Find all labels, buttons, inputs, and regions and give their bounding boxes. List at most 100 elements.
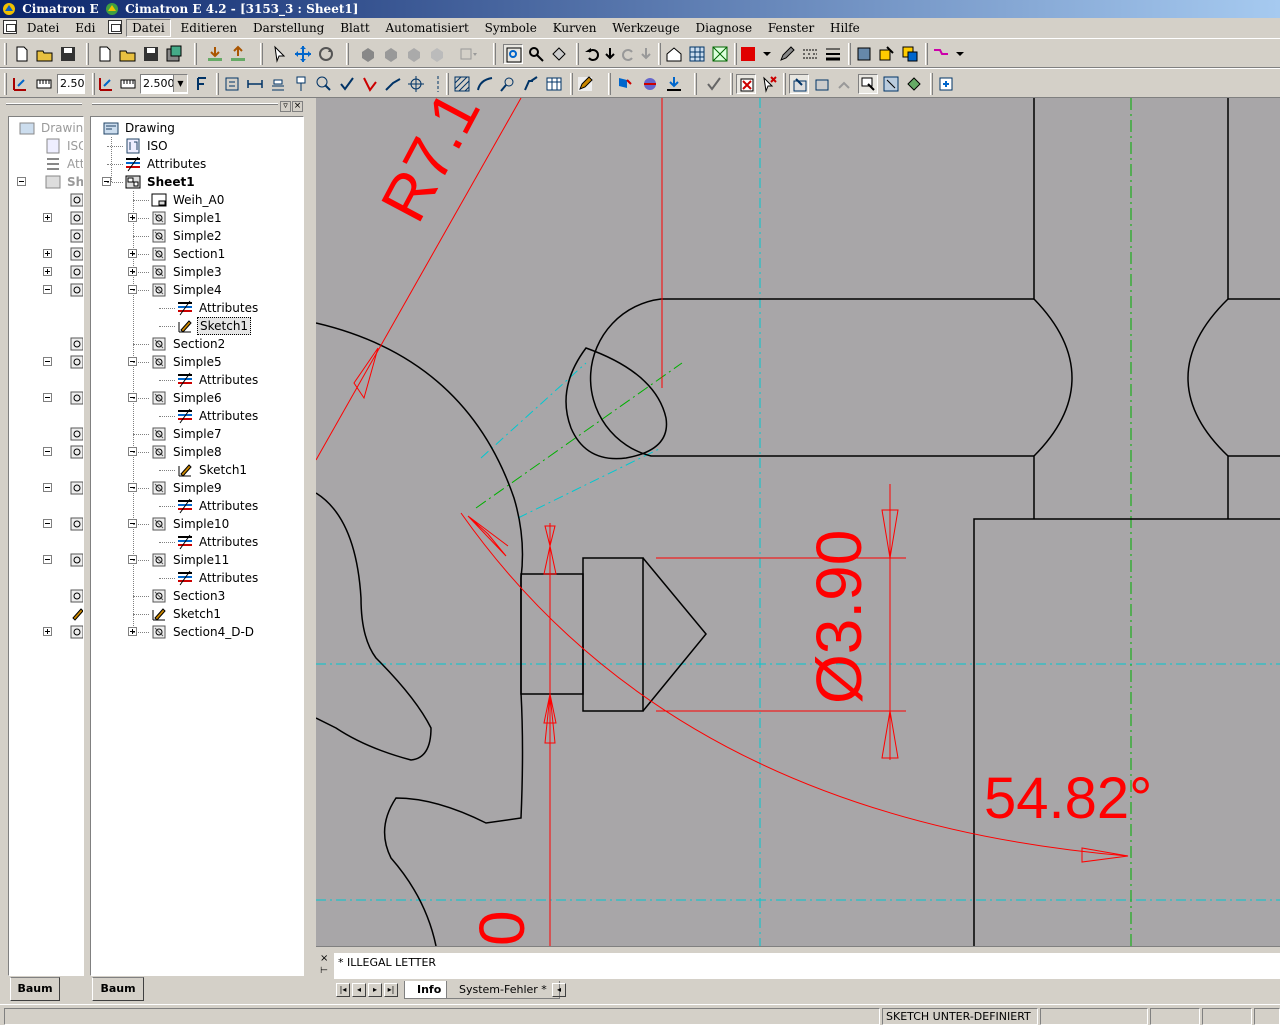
collapse-icon[interactable]: [17, 177, 26, 186]
shading-mode-4-icon[interactable]: [427, 44, 447, 64]
tree-item-section1[interactable]: Section1: [91, 245, 303, 263]
redo-icon[interactable]: [618, 44, 638, 64]
tree-item-simple4-sketch1[interactable]: Sketch1: [91, 317, 303, 335]
document-menu-icon[interactable]: [3, 20, 17, 34]
menu-fenster[interactable]: Fenster: [762, 18, 820, 38]
select-chain-icon[interactable]: [835, 74, 855, 94]
ghost-tree-row[interactable]: [9, 443, 83, 461]
ghost-tree-row[interactable]: [9, 227, 83, 245]
tree-item-sketch1[interactable]: Sketch1: [91, 605, 303, 623]
collapse-icon[interactable]: [43, 357, 52, 366]
toolbar-grip[interactable]: [730, 73, 733, 95]
zoom-fit-icon[interactable]: [549, 44, 569, 64]
toolbar-grip[interactable]: [783, 73, 786, 95]
select-toggle-icon[interactable]: [904, 74, 924, 94]
toolbar-grip[interactable]: [4, 43, 7, 65]
collapse-icon[interactable]: [43, 555, 52, 564]
nav-first-icon[interactable]: |◂: [336, 983, 350, 997]
tree-item-simple8[interactable]: Simple8: [91, 443, 303, 461]
toolbar-grip[interactable]: [493, 43, 496, 65]
import-icon[interactable]: [205, 44, 225, 64]
text-style-icon[interactable]: [192, 74, 212, 94]
tree-item-sheet1[interactable]: Sheet1: [91, 173, 303, 191]
tab-baum-left-bottom[interactable]: Baum: [10, 977, 60, 1001]
dimension-left-icon[interactable]: [10, 74, 30, 94]
dim-vertical-icon[interactable]: [268, 74, 288, 94]
tree-item-simple5[interactable]: Simple5: [91, 353, 303, 371]
ghost-tree-row[interactable]: [9, 479, 83, 497]
open-doc-icon[interactable]: [118, 44, 138, 64]
arc-icon[interactable]: [475, 74, 495, 94]
tree-item-simple6-attributes[interactable]: Attributes: [91, 407, 303, 425]
shading-mode-3-icon[interactable]: [404, 44, 424, 64]
weld-symbol-icon[interactable]: [498, 74, 518, 94]
scale-left-select[interactable]: 2.500: [57, 74, 85, 94]
toolbar-grip[interactable]: [4, 73, 7, 95]
toolbar-grip[interactable]: [848, 43, 851, 65]
hatch-icon[interactable]: [452, 74, 472, 94]
tree-item-simple4[interactable]: Simple4: [91, 281, 303, 299]
drawing-svg[interactable]: R7.1 Ø3.90 54.82° 0: [316, 98, 1280, 946]
ghost-tree-row[interactable]: [9, 407, 83, 425]
tree-item-section4-dd[interactable]: Section4_D-D: [91, 623, 303, 641]
ghost-tree-row[interactable]: [9, 389, 83, 407]
nav-next-icon[interactable]: ▸: [368, 983, 382, 997]
toolbar-grip[interactable]: [260, 43, 263, 65]
dim-linear-icon[interactable]: [222, 74, 242, 94]
select-all-icon[interactable]: [858, 74, 878, 94]
save-icon[interactable]: [58, 44, 78, 64]
collapse-icon[interactable]: [43, 285, 52, 294]
table-icon[interactable]: [544, 74, 564, 94]
panel-restore-icon[interactable]: ▿: [280, 101, 291, 112]
tree-item-simple6[interactable]: Simple6: [91, 389, 303, 407]
panel-grip-main[interactable]: [92, 103, 278, 105]
ghost-tree-row[interactable]: [9, 281, 83, 299]
ghost-tree-row[interactable]: [9, 569, 83, 587]
layer-manage-icon[interactable]: [900, 44, 920, 64]
tree-item-simple11-attributes[interactable]: Attributes: [91, 569, 303, 587]
ghost-tree-row[interactable]: [9, 533, 83, 551]
ghost-tree-row[interactable]: [9, 335, 83, 353]
menu-editieren[interactable]: Editieren: [175, 18, 244, 38]
menu-blatt[interactable]: Blatt: [334, 18, 375, 38]
ghost-tree-row[interactable]: [9, 497, 83, 515]
edit-pencil-icon[interactable]: [575, 74, 595, 94]
snap-grid-icon[interactable]: [710, 44, 730, 64]
open-folder-icon[interactable]: [35, 44, 55, 64]
tree-item-simple9-attributes[interactable]: Attributes: [91, 497, 303, 515]
radius-dimension-text[interactable]: R7.1: [367, 98, 494, 233]
toolbar-grip[interactable]: [930, 73, 933, 95]
tree-item-section2[interactable]: Section2: [91, 335, 303, 353]
toolbar-grip[interactable]: [346, 43, 349, 65]
view-section-icon[interactable]: [640, 74, 660, 94]
new-file-icon[interactable]: [12, 44, 32, 64]
rotate-view-icon[interactable]: [316, 44, 336, 64]
centerline-icon[interactable]: [428, 74, 448, 94]
new-doc-icon[interactable]: [95, 44, 115, 64]
tree-item-attributes[interactable]: Attributes: [91, 155, 303, 173]
toolbar-grip[interactable]: [694, 73, 697, 95]
zoom-window-icon[interactable]: [503, 44, 523, 64]
ghost-tree-row[interactable]: [9, 605, 83, 623]
menu-datei[interactable]: Datei: [21, 18, 66, 38]
shading-mode-1-icon[interactable]: [358, 44, 378, 64]
dimension-icon[interactable]: [96, 74, 116, 94]
tree-item-simple8-sketch1[interactable]: Sketch1: [91, 461, 303, 479]
drawing-canvas[interactable]: R7.1 Ø3.90 54.82° 0: [316, 98, 1280, 946]
tree-item-simple1[interactable]: Simple1: [91, 209, 303, 227]
toolbar-grip[interactable]: [570, 73, 573, 95]
ghost-tree-row[interactable]: [9, 551, 83, 569]
tree-item-simple3[interactable]: Simple3: [91, 263, 303, 281]
menu-automatisiert[interactable]: Automatisiert: [380, 18, 475, 38]
tree-item-simple10[interactable]: Simple10: [91, 515, 303, 533]
menu-edit-truncated[interactable]: Edi: [69, 18, 101, 38]
layer-icon[interactable]: [854, 44, 874, 64]
expand-icon[interactable]: [43, 249, 52, 258]
menu-datei-child[interactable]: Datei: [126, 19, 171, 37]
menu-werkzeuge[interactable]: Werkzeuge: [606, 18, 685, 38]
export-icon[interactable]: [228, 44, 248, 64]
collapse-icon[interactable]: [43, 447, 52, 456]
toolbar-grip[interactable]: [86, 43, 89, 65]
tree-item-iso[interactable]: ISO: [91, 137, 303, 155]
tree-item-simple7[interactable]: Simple7: [91, 425, 303, 443]
